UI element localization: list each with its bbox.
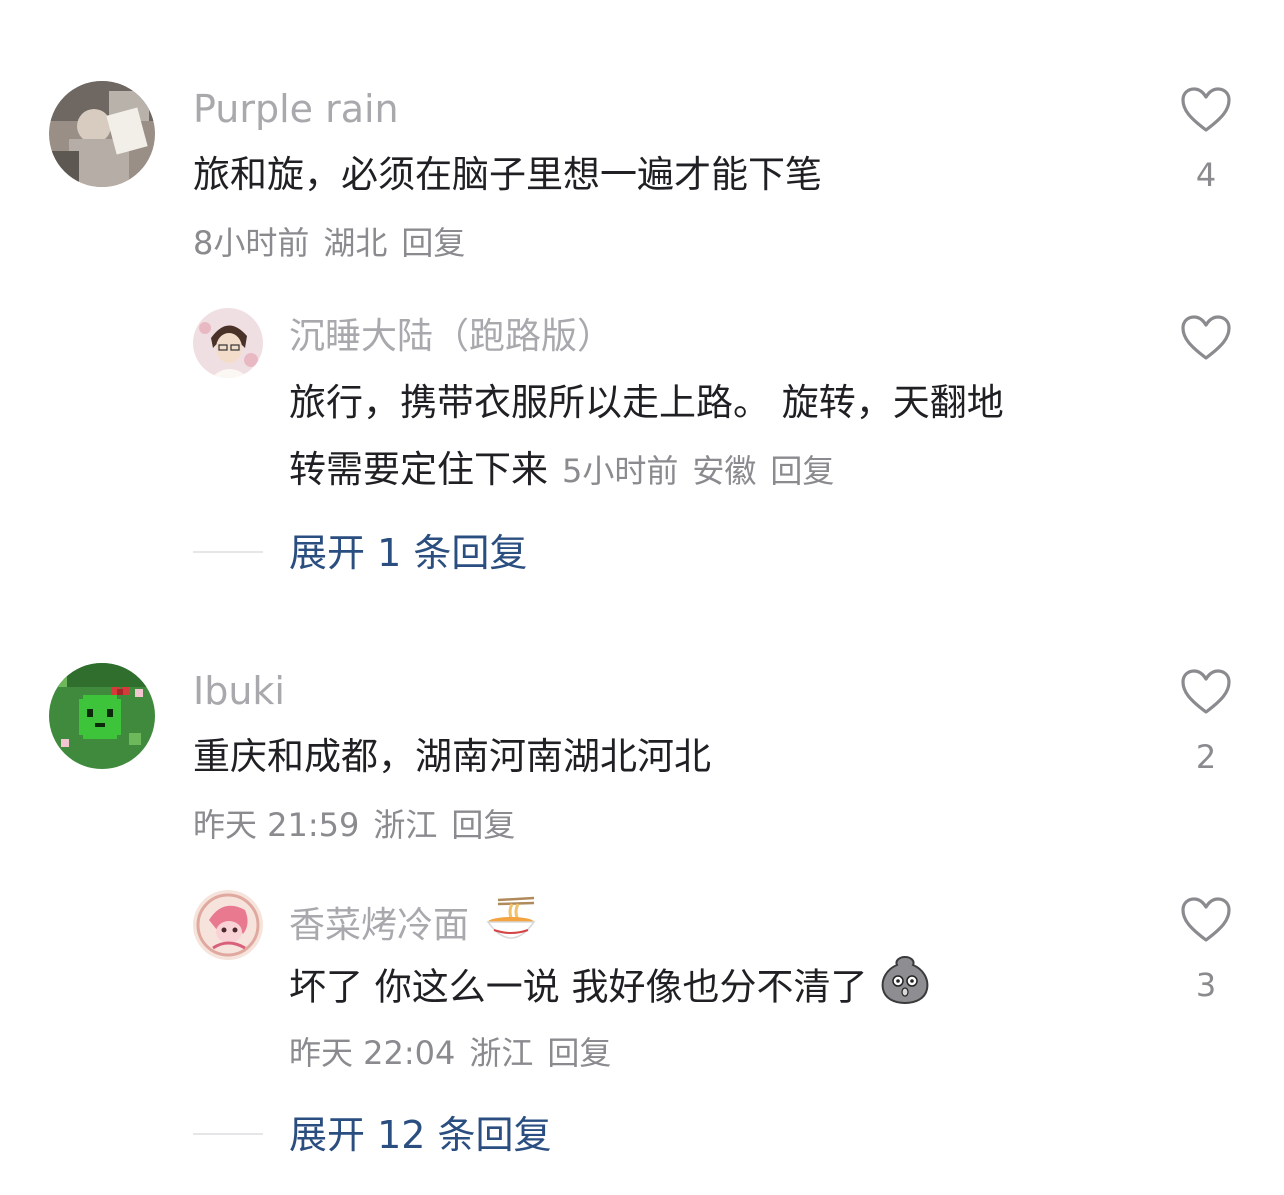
noodle-bowl-icon	[484, 896, 538, 958]
like-button[interactable]	[1176, 668, 1236, 716]
reply-time: 5小时前	[562, 452, 679, 490]
reply-text-row: 坏了 你这么一说 我好像也分不清了	[289, 953, 931, 1025]
heart-icon	[1181, 315, 1231, 360]
reply-text: 坏了 你这么一说 我好像也分不清了	[289, 965, 868, 1009]
heart-icon	[1181, 669, 1231, 714]
reply-text-continued: 转需要定住下来	[289, 448, 548, 491]
like-count: 2	[1195, 738, 1217, 776]
reply-location: 浙江	[469, 1034, 534, 1072]
reply-meta: 昨天 22:04 浙江 回复	[289, 1033, 625, 1073]
reply-username[interactable]: 香菜烤冷面	[289, 905, 469, 946]
comment-location: 浙江	[373, 806, 438, 844]
expand-replies-button[interactable]: 展开 1 条回复	[289, 530, 527, 576]
avatar[interactable]	[193, 890, 263, 960]
avatar[interactable]	[49, 663, 155, 769]
reply-meta: 5小时前 安徽 回复	[562, 452, 848, 490]
comment-text: 旅和旋，必须在脑子里想一遍才能下笔	[193, 153, 822, 196]
reply-button[interactable]: 回复	[401, 224, 465, 262]
like-count: 4	[1195, 156, 1217, 194]
like-button[interactable]	[1176, 314, 1236, 362]
reply-location: 安徽	[692, 452, 757, 490]
comment-location: 湖北	[323, 224, 388, 262]
comment-meta: 昨天 21:59 浙江 回复	[193, 805, 529, 845]
comment-time: 昨天 21:59	[193, 806, 360, 844]
reply-button[interactable]: 回复	[770, 452, 834, 490]
divider	[193, 551, 263, 553]
avatar[interactable]	[193, 308, 263, 378]
reply-username-row: 香菜烤冷面	[289, 896, 538, 958]
expand-replies-button[interactable]: 展开 12 条回复	[289, 1112, 552, 1158]
heart-icon	[1181, 897, 1231, 942]
shocked-blob-icon	[879, 953, 931, 1025]
comment-username[interactable]: Ibuki	[193, 668, 285, 714]
like-count: 3	[1195, 966, 1217, 1004]
reply-text: 旅行，携带衣服所以走上路。 旋转，天翻地	[289, 381, 1004, 424]
divider	[193, 1133, 263, 1135]
reply-time: 昨天 22:04	[289, 1034, 456, 1072]
comment-text: 重庆和成都，湖南河南湖北河北	[193, 735, 711, 778]
reply-username[interactable]: 沉睡大陆（跑路版）	[289, 314, 613, 360]
comment-time: 8小时前	[193, 224, 310, 262]
comment-username[interactable]: Purple rain	[193, 86, 399, 132]
reply-button[interactable]: 回复	[451, 806, 515, 844]
reply-text-line2: 转需要定住下来 5小时前 安徽 回复	[289, 438, 848, 503]
like-button[interactable]	[1176, 896, 1236, 944]
comment-meta: 8小时前 湖北 回复	[193, 223, 479, 263]
heart-icon	[1181, 87, 1231, 132]
reply-button[interactable]: 回复	[547, 1034, 611, 1072]
avatar[interactable]	[49, 81, 155, 187]
like-button[interactable]	[1176, 86, 1236, 134]
